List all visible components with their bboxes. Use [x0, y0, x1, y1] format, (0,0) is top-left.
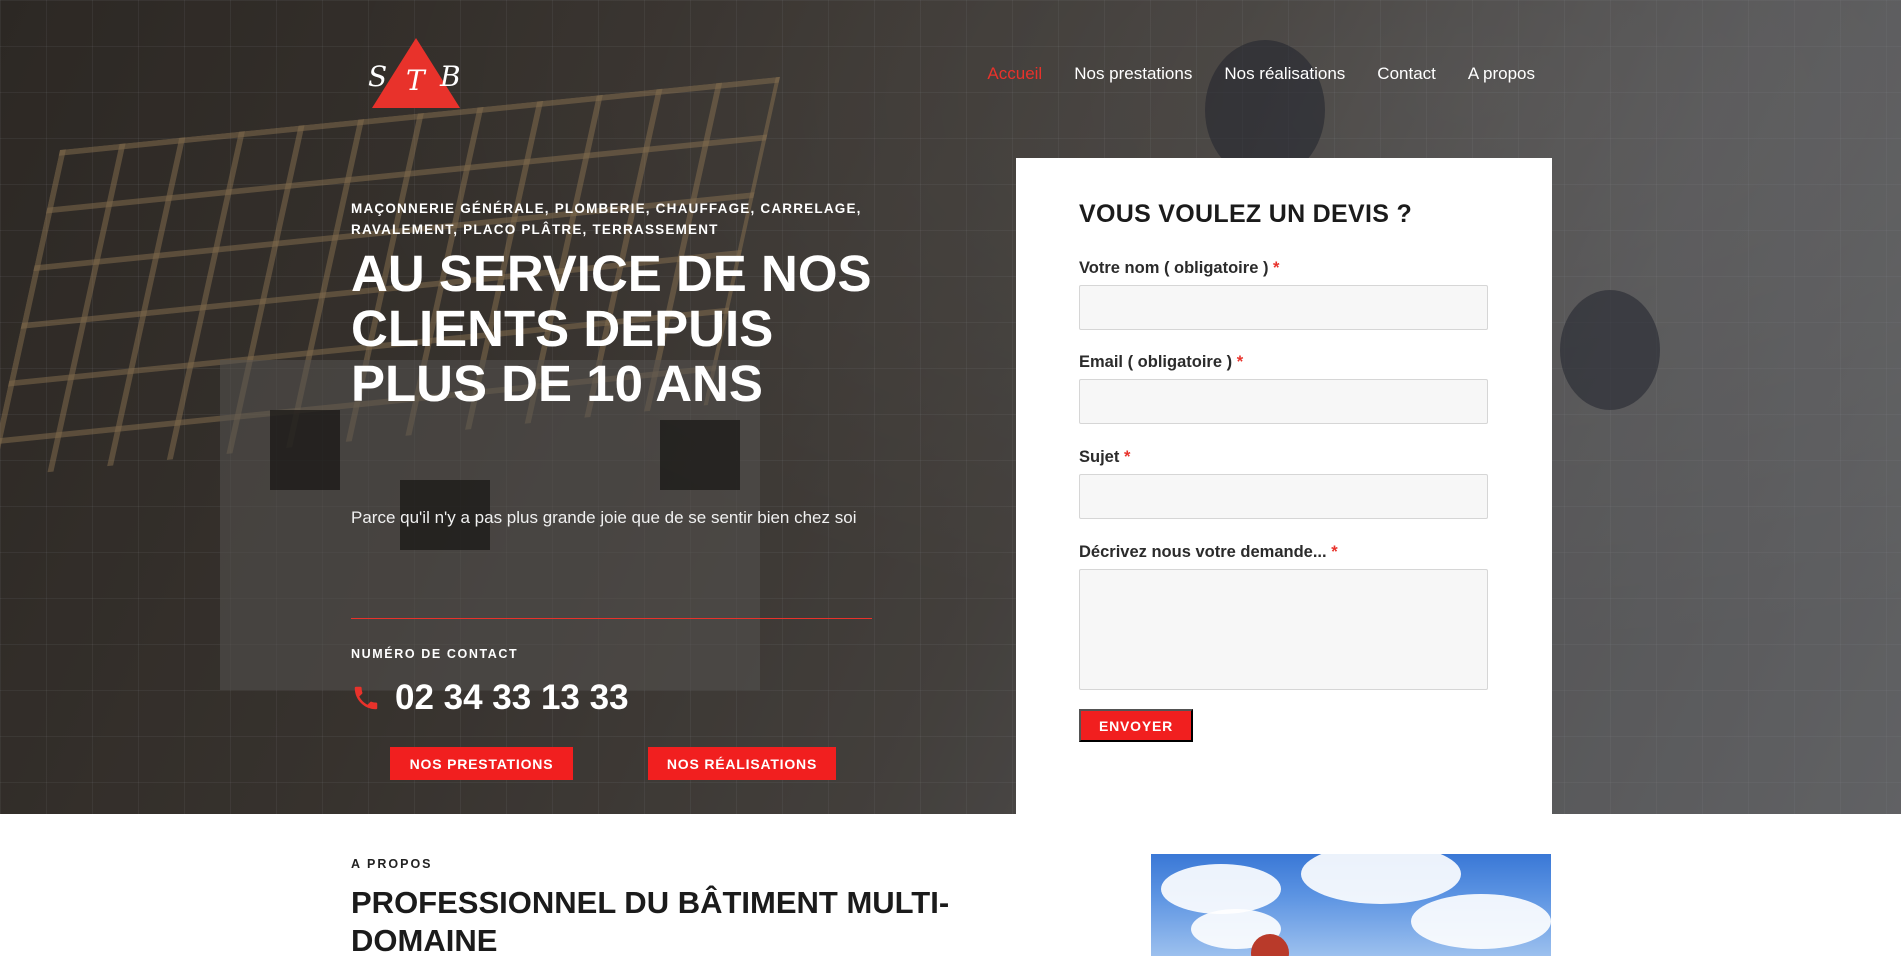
request-field-label: Décrivez nous votre demande... * [1079, 543, 1338, 561]
subject-field[interactable] [1079, 474, 1488, 519]
phone-number: 02 34 33 13 33 [395, 678, 629, 717]
phone-icon [354, 686, 378, 710]
envoyer-button[interactable]: Envoyer [1079, 709, 1193, 742]
request-textarea[interactable] [1079, 569, 1488, 690]
contact-label: Numéro de contact [351, 647, 519, 661]
nav-item-a-propos[interactable]: A propos [1468, 64, 1535, 84]
hero-divider [351, 618, 872, 619]
hero-subtext: Parce qu'il n'y a pas plus grande joie q… [351, 508, 857, 527]
name-field-label: Votre nom ( obligatoire ) * [1079, 259, 1280, 277]
about-eyebrow: A propos [351, 857, 433, 871]
nos-prestations-button[interactable]: Nos prestations [390, 747, 573, 780]
email-field[interactable] [1079, 379, 1488, 424]
email-field-label: Email ( obligatoire ) * [1079, 353, 1244, 371]
nav-item-realisations[interactable]: Nos réalisations [1224, 64, 1345, 84]
about-sky-image [1151, 854, 1551, 956]
name-field[interactable] [1079, 285, 1488, 330]
nav-item-accueil[interactable]: Accueil [987, 64, 1042, 84]
nav-item-contact[interactable]: Contact [1377, 64, 1436, 84]
subject-field-label: Sujet * [1079, 448, 1131, 466]
site-logo[interactable]: S T B [368, 36, 464, 112]
nos-realisations-button[interactable]: Nos réalisations [648, 747, 836, 780]
quote-form-card: VOUS VOULEZ UN DEVIS ? Votre nom ( oblig… [1016, 158, 1552, 814]
about-title: PROFESSIONNEL DU BÂTIMENT MULTI-DOMAINE [351, 885, 950, 956]
logo-letter-s: S [368, 60, 388, 93]
phone-row[interactable]: 02 34 33 13 33 [351, 678, 629, 718]
quote-form-title: VOUS VOULEZ UN DEVIS ? [1079, 200, 1413, 228]
services-eyebrow: Maçonnerie générale, plomberie, chauffag… [351, 201, 862, 237]
logo-letter-b: B [440, 60, 461, 93]
logo-letter-t: T [406, 64, 425, 97]
hero-headline: AU SERVICE DE NOS CLIENTS DEPUIS PLUS DE… [351, 245, 872, 412]
nav-item-prestations[interactable]: Nos prestations [1074, 64, 1192, 84]
hero-section: S T B Accueil Nos prestations Nos réalis… [0, 0, 1901, 814]
main-nav: Accueil Nos prestations Nos réalisations… [987, 64, 1535, 84]
